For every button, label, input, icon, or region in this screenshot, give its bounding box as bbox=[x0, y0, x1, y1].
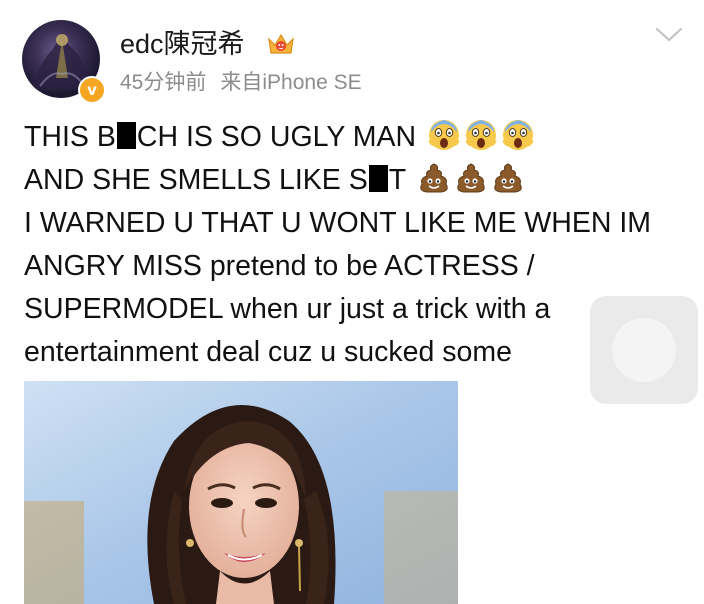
post-source[interactable]: 来自iPhone SE bbox=[220, 71, 361, 94]
assistive-touch-inner bbox=[612, 318, 676, 382]
censor-bar bbox=[368, 165, 388, 192]
post-line: ANGRY MISS pretend to be ACTRESS / bbox=[24, 250, 535, 282]
chevron-down-icon[interactable] bbox=[654, 24, 684, 46]
poop-emoji bbox=[491, 161, 525, 195]
username[interactable]: edc陳冠希 bbox=[120, 28, 245, 60]
screaming-face-emoji bbox=[464, 118, 498, 152]
poop-emoji bbox=[417, 161, 451, 195]
poop-emoji bbox=[454, 161, 488, 195]
screaming-face-emoji bbox=[501, 118, 535, 152]
screaming-face-emoji bbox=[427, 118, 461, 152]
post-meta: 45分钟前 来自iPhone SE bbox=[120, 70, 362, 96]
crown-badge-icon[interactable] bbox=[266, 31, 296, 57]
post-line: THIS B CH IS SO UGLY MAN bbox=[24, 116, 694, 159]
post-line: AND SHE SMELLS LIKE ST bbox=[24, 159, 694, 202]
assistive-touch-button[interactable] bbox=[590, 296, 698, 404]
weibo-post: v edc陳冠希 45分钟前 来自iPhone SE THIS B CH IS SO… bbox=[0, 0, 704, 604]
post-image[interactable] bbox=[24, 381, 458, 604]
censor-bar bbox=[116, 122, 136, 149]
verified-badge-icon: v bbox=[78, 76, 106, 104]
post-line: I WARNED U THAT U WONT LIKE ME WHEN IM bbox=[24, 207, 652, 239]
post-time: 45分钟前 bbox=[120, 71, 207, 94]
